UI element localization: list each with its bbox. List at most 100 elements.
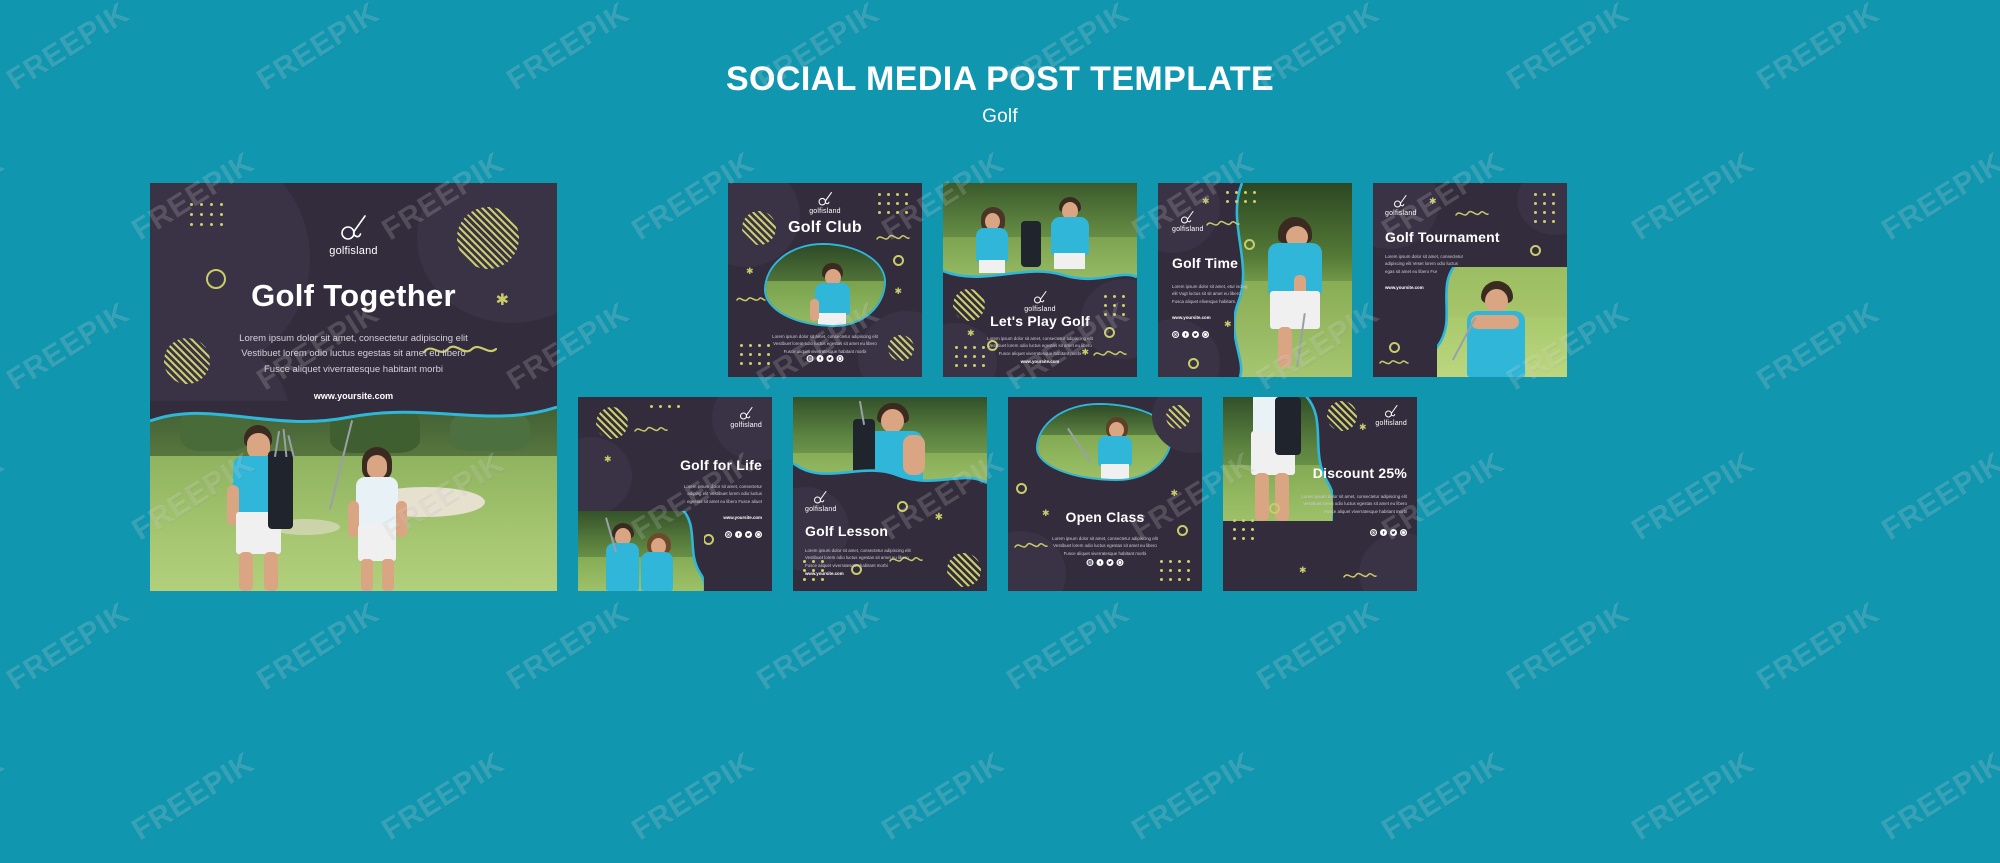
card-golf-tournament[interactable]: ✱ golfisland Golf Tournament Lorem ipsum…	[1373, 183, 1567, 377]
watermark-text: FREEPIK	[1751, 596, 1886, 697]
watermark-text: FREEPIK	[876, 746, 1011, 847]
card-photo-golf-for-life	[578, 511, 704, 591]
brand-name: golfisland	[1375, 420, 1407, 427]
social-links[interactable]	[1370, 529, 1407, 536]
decor-star: ✱	[894, 286, 902, 296]
card-title: Golf Time	[1172, 255, 1239, 271]
social-links[interactable]	[1086, 559, 1124, 566]
decor-wave	[1455, 209, 1489, 219]
whatsapp-icon[interactable]	[1400, 529, 1407, 536]
watermark-text: FREEPIK	[1, 296, 136, 397]
social-links[interactable]	[1172, 331, 1209, 338]
watermark-text: FREEPIK	[1626, 746, 1761, 847]
decor-wave	[1206, 219, 1240, 229]
watermark-text: FREEPIK	[751, 596, 886, 697]
instagram-icon[interactable]	[725, 531, 732, 538]
watermark-text: FREEPIK	[1126, 746, 1261, 847]
social-links[interactable]	[806, 355, 844, 362]
watermark-text: FREEPIK	[251, 596, 386, 697]
card-golf-club[interactable]: ✱ ✱ golfisland Golf Club Lorem ipsum dol…	[728, 183, 922, 377]
watermark-text: FREEPIK	[1876, 746, 2000, 847]
decor-ring	[1269, 503, 1280, 514]
brand-logo: golfisland	[730, 407, 762, 429]
card-lets-play-golf[interactable]: ✱ ✱ golfisland Let's Play Golf Lorem ips…	[943, 183, 1137, 377]
twitter-icon[interactable]	[745, 531, 752, 538]
card-body: Lorem ipsum dolor sit amet, consectetur …	[772, 334, 878, 354]
whatsapp-icon[interactable]	[1202, 331, 1209, 338]
twitter-icon[interactable]	[1106, 559, 1114, 566]
card-title: Golf Together	[251, 278, 456, 313]
brand-name: golfisland	[1385, 210, 1417, 217]
whatsapp-icon[interactable]	[836, 355, 844, 362]
watermark-text: FREEPIK	[626, 746, 761, 847]
instagram-icon[interactable]	[1370, 529, 1377, 536]
decor-ring	[703, 534, 714, 545]
card-title: Golf Club	[788, 219, 862, 236]
decor-star: ✱	[604, 454, 612, 464]
watermark-text: FREEPIK	[1876, 146, 2000, 247]
instagram-icon[interactable]	[1086, 559, 1094, 566]
card-photo-golf-together	[150, 401, 557, 591]
card-body: Lorem ipsum dolor sit amet, consectetur …	[1301, 494, 1407, 514]
decor-ring	[1244, 239, 1255, 250]
card-photo-lets-play-golf	[943, 183, 1137, 289]
page-title: SOCIAL MEDIA POST TEMPLATE	[725, 60, 1275, 98]
card-discount-25[interactable]: ✱ ✱ golfisland Discount 25% Lorem ipsum …	[1223, 397, 1417, 591]
decor-star: ✱	[1429, 196, 1437, 206]
card-url[interactable]: www.yoursite.com	[805, 571, 844, 576]
instagram-icon[interactable]	[1172, 331, 1179, 338]
card-url[interactable]: www.yoursite.com	[943, 359, 1137, 364]
brand-name: golfisland	[730, 422, 762, 429]
decor-ring	[893, 255, 904, 266]
golf-club-and-ball-icon	[1385, 195, 1417, 208]
brand-logo: golfisland	[1172, 211, 1204, 233]
card-open-class[interactable]: ✱ ✱ Open Class Lorem ipsum dolor sit ame…	[1008, 397, 1202, 591]
decor-star: ✱	[934, 512, 943, 523]
card-body: Lorem ipsum dolor sit amet, consectetur …	[805, 548, 911, 568]
decor-wave	[1343, 571, 1377, 581]
facebook-icon[interactable]	[1096, 559, 1104, 566]
decor-wave	[1379, 358, 1409, 367]
photo-person-male	[224, 425, 295, 591]
golf-club-and-ball-icon	[943, 291, 1137, 304]
brand-name: golfisland	[805, 506, 837, 513]
decor-star: ✱	[746, 266, 754, 276]
golf-club-and-ball-icon	[150, 215, 557, 241]
card-golf-time[interactable]: ✱ ✱ golfisland Golf Time Lorem ipsum dol…	[1158, 183, 1352, 377]
watermark-text: FREEPIK	[1501, 596, 1636, 697]
golf-club-and-ball-icon	[1172, 211, 1204, 224]
facebook-icon[interactable]	[816, 355, 824, 362]
decor-hatched-circle	[947, 553, 981, 587]
card-url[interactable]: www.yoursite.com	[150, 391, 557, 401]
brand-logo: golfisland	[150, 215, 557, 257]
brand-name: golfisland	[1172, 226, 1204, 233]
card-golf-lesson[interactable]: ✱ golfisland Golf Lesson Lorem ipsum dol…	[793, 397, 987, 591]
facebook-icon[interactable]	[1182, 331, 1189, 338]
decor-dot-grid	[650, 405, 680, 408]
card-golf-together[interactable]: ✱ golfisland Golf Together Lorem ipsum d…	[150, 183, 557, 591]
card-body: Lorem ipsum dolor sit amet, consectetur …	[1052, 536, 1158, 556]
decor-ring	[1016, 483, 1027, 494]
twitter-icon[interactable]	[1192, 331, 1199, 338]
watermark-text: FREEPIK	[376, 746, 511, 847]
golf-club-and-ball-icon	[728, 192, 922, 206]
golf-club-and-ball-icon	[805, 491, 837, 504]
watermark-text: FREEPIK	[1376, 746, 1511, 847]
facebook-icon[interactable]	[1380, 529, 1387, 536]
card-url[interactable]: www.yoursite.com	[1172, 315, 1211, 320]
watermark-text: FREEPIK	[501, 596, 636, 697]
card-photo-golf-club	[764, 243, 886, 327]
whatsapp-icon[interactable]	[1116, 559, 1124, 566]
twitter-icon[interactable]	[1390, 529, 1397, 536]
card-golf-for-life[interactable]: ✱ golfisland Golf for Life Lorem ipsum d…	[578, 397, 772, 591]
instagram-icon[interactable]	[806, 355, 814, 362]
card-body: Lorem ipsum dolor sit amet, consectetur …	[683, 484, 762, 504]
whatsapp-icon[interactable]	[755, 531, 762, 538]
card-title: Golf Tournament	[1385, 229, 1500, 245]
twitter-icon[interactable]	[826, 355, 834, 362]
social-links[interactable]	[725, 531, 762, 538]
card-url[interactable]: www.yoursite.com	[1385, 285, 1424, 290]
brand-name: golfisland	[329, 245, 378, 257]
card-url[interactable]: www.yoursite.com	[723, 515, 762, 520]
facebook-icon[interactable]	[735, 531, 742, 538]
